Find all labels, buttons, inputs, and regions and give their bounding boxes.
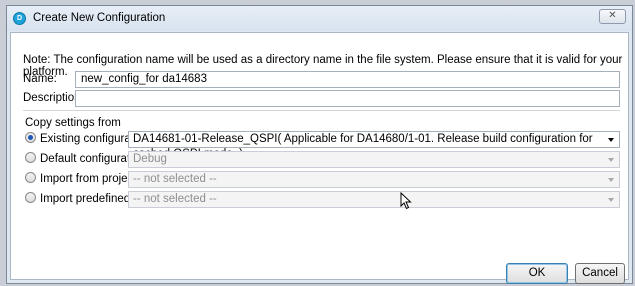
mouse-cursor-icon [400, 192, 412, 210]
select-value: Debug [133, 153, 167, 165]
chevron-down-icon [608, 198, 614, 202]
dialog-title: Create New Configuration [33, 12, 166, 24]
title-bar[interactable]: D Create New Configuration ✕ [7, 6, 632, 31]
select-value: -- not selected -- [133, 173, 217, 185]
import-from-projects-select: -- not selected -- [128, 171, 620, 188]
default-configuration-select: Debug [128, 151, 620, 168]
close-button[interactable]: ✕ [599, 9, 626, 24]
chevron-down-icon[interactable] [608, 138, 614, 142]
radio-label: Import predefined [40, 193, 131, 205]
radio-button-icon[interactable] [25, 132, 36, 143]
radio-button-icon[interactable] [25, 152, 36, 163]
group-separator [23, 110, 620, 111]
radio-import-from-projects[interactable]: Import from projects [25, 171, 142, 188]
radio-button-icon[interactable] [25, 192, 36, 203]
name-input-value: new_config_for da14683 [81, 73, 207, 85]
name-label: Name: [23, 73, 57, 85]
app-icon: D [13, 12, 26, 25]
close-icon: ✕ [608, 10, 617, 21]
dialog-window: D Create New Configuration ✕ Note: The c… [6, 5, 633, 284]
name-input[interactable]: new_config_for da14683 [75, 71, 620, 88]
ok-button[interactable]: OK [506, 263, 568, 284]
cancel-button[interactable]: Cancel [575, 263, 625, 284]
radio-label: Import from projects [40, 173, 143, 185]
import-predefined-select: -- not selected -- [128, 191, 620, 208]
dialog-content: Note: The configuration name will be use… [10, 32, 629, 284]
chevron-down-icon [608, 158, 614, 162]
existing-configuration-select[interactable]: DA14681-01-Release_QSPI( Applicable for … [128, 131, 620, 160]
copy-settings-label: Copy settings from [25, 117, 121, 129]
radio-button-icon[interactable] [25, 172, 36, 183]
description-input[interactable] [75, 90, 620, 107]
select-value: -- not selected -- [133, 193, 217, 205]
radio-import-predefined[interactable]: Import predefined [25, 191, 130, 208]
chevron-down-icon [608, 178, 614, 182]
